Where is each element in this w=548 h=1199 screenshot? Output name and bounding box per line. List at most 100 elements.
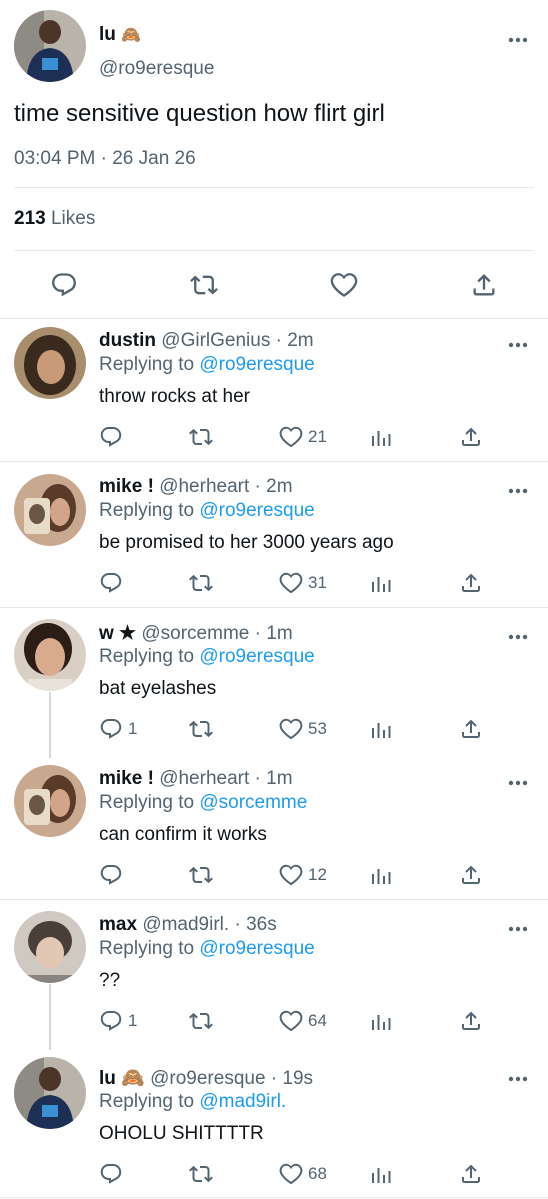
reply-author-handle[interactable]: @GirlGenius — [161, 330, 270, 351]
more-icon[interactable] — [507, 628, 529, 636]
replying-prefix: Replying to — [99, 938, 195, 959]
reply-action[interactable] — [99, 863, 128, 887]
share-icon — [459, 571, 483, 595]
reply-action[interactable]: 1 — [99, 717, 137, 741]
reply-time: · 1m — [254, 623, 293, 644]
likes-stat[interactable]: 213 Likes — [14, 208, 95, 230]
reply-author-handle[interactable]: @mad9irl. — [142, 914, 229, 935]
avatar[interactable] — [14, 327, 86, 399]
tweet-time: 03:04 PM — [14, 148, 96, 169]
reply-icon — [99, 425, 123, 449]
reply-time: · 2m — [275, 330, 314, 351]
reply-icon — [99, 1162, 123, 1186]
reply-author-handle[interactable]: @sorcemme — [141, 623, 249, 644]
reply-action[interactable] — [99, 425, 128, 449]
reply-author-handle[interactable]: @herheart — [159, 768, 249, 789]
reply-text: ?? — [99, 970, 121, 991]
reply-icon[interactable] — [50, 271, 78, 304]
share-action[interactable] — [459, 717, 483, 741]
reply-author-name[interactable]: dustin — [99, 330, 156, 351]
analytics-action[interactable] — [369, 717, 393, 741]
like-action[interactable]: 31 — [279, 571, 327, 595]
reply-author-name[interactable]: w ★ — [99, 623, 136, 644]
share-icon — [459, 1009, 483, 1033]
reply-action[interactable] — [99, 1162, 128, 1186]
more-icon[interactable] — [507, 1070, 529, 1078]
reply-text: bat eyelashes — [99, 678, 217, 699]
analytics-action[interactable] — [369, 1162, 393, 1186]
avatar[interactable] — [14, 619, 86, 691]
avatar[interactable] — [14, 10, 86, 82]
analytics-icon — [369, 571, 393, 595]
divider — [14, 187, 534, 188]
like-action[interactable]: 21 — [279, 425, 327, 449]
avatar[interactable] — [14, 474, 86, 546]
author-handle[interactable]: @ro9eresque — [99, 58, 214, 80]
like-action[interactable]: 68 — [279, 1162, 327, 1186]
reply-author-name[interactable]: max — [99, 914, 137, 935]
retweet-action[interactable] — [189, 863, 213, 887]
reply-header: mike ! @herheart · 2m — [99, 476, 293, 498]
replying-to-link[interactable]: @sorcemme — [199, 792, 307, 813]
retweet-icon — [189, 425, 213, 449]
like-action[interactable]: 64 — [279, 1009, 327, 1033]
analytics-icon — [369, 717, 393, 741]
like-count: 31 — [308, 573, 327, 592]
reply-action[interactable]: 1 — [99, 1009, 137, 1033]
share-icon — [459, 425, 483, 449]
analytics-action[interactable] — [369, 863, 393, 887]
more-icon[interactable] — [507, 31, 529, 39]
thread-line — [49, 984, 51, 1050]
share-action[interactable] — [459, 571, 483, 595]
author-name[interactable]: lu 🙈 — [99, 24, 141, 46]
reply-author-name[interactable]: lu 🙈 — [99, 1068, 145, 1089]
analytics-action[interactable] — [369, 571, 393, 595]
retweet-icon — [189, 571, 213, 595]
avatar[interactable] — [14, 1057, 86, 1129]
more-icon[interactable] — [507, 920, 529, 928]
replying-to-link[interactable]: @ro9eresque — [199, 354, 314, 375]
reply-author-name[interactable]: mike ! — [99, 768, 154, 789]
reply-action[interactable] — [99, 571, 128, 595]
more-icon[interactable] — [507, 774, 529, 782]
retweet-action[interactable] — [189, 1009, 213, 1033]
replying-to-link[interactable]: @ro9eresque — [199, 938, 314, 959]
retweet-action[interactable] — [189, 425, 213, 449]
more-icon[interactable] — [507, 482, 529, 490]
like-action[interactable]: 53 — [279, 717, 327, 741]
heart-icon[interactable] — [330, 271, 358, 304]
share-action[interactable] — [459, 425, 483, 449]
retweet-action[interactable] — [189, 717, 213, 741]
author-name-text: lu — [99, 24, 116, 45]
reply-author-handle[interactable]: @herheart — [159, 476, 249, 497]
analytics-action[interactable] — [369, 425, 393, 449]
analytics-action[interactable] — [369, 1009, 393, 1033]
share-icon[interactable] — [470, 271, 498, 304]
replying-to-link[interactable]: @ro9eresque — [199, 646, 314, 667]
thread-line — [49, 692, 51, 758]
share-action[interactable] — [459, 1162, 483, 1186]
reply-author-name[interactable]: mike ! — [99, 476, 154, 497]
like-action[interactable]: 12 — [279, 863, 327, 887]
reply-text: can confirm it works — [99, 824, 267, 845]
avatar[interactable] — [14, 765, 86, 837]
retweet-action[interactable] — [189, 1162, 213, 1186]
share-action[interactable] — [459, 863, 483, 887]
reply-text: throw rocks at her — [99, 386, 250, 407]
avatar[interactable] — [14, 911, 86, 983]
divider — [0, 607, 548, 608]
retweet-action[interactable] — [189, 571, 213, 595]
reply-header: lu 🙈 @ro9eresque · 19s — [99, 1066, 313, 1090]
replying-to: Replying to @ro9eresque — [99, 646, 315, 668]
reply-author-handle[interactable]: @ro9eresque — [150, 1068, 265, 1089]
retweet-icon[interactable] — [190, 271, 218, 304]
replying-to-link[interactable]: @mad9irl. — [199, 1091, 286, 1112]
like-count: 68 — [308, 1164, 327, 1183]
replying-to-link[interactable]: @ro9eresque — [199, 500, 314, 521]
tweet-text: time sensitive question how flirt girl — [14, 100, 385, 127]
tweet-timestamp[interactable]: 03:04 PM · 26 Jan 26 — [14, 148, 196, 170]
more-icon[interactable] — [507, 336, 529, 344]
like-count: 12 — [308, 865, 327, 884]
share-action[interactable] — [459, 1009, 483, 1033]
likes-label: Likes — [50, 208, 96, 229]
